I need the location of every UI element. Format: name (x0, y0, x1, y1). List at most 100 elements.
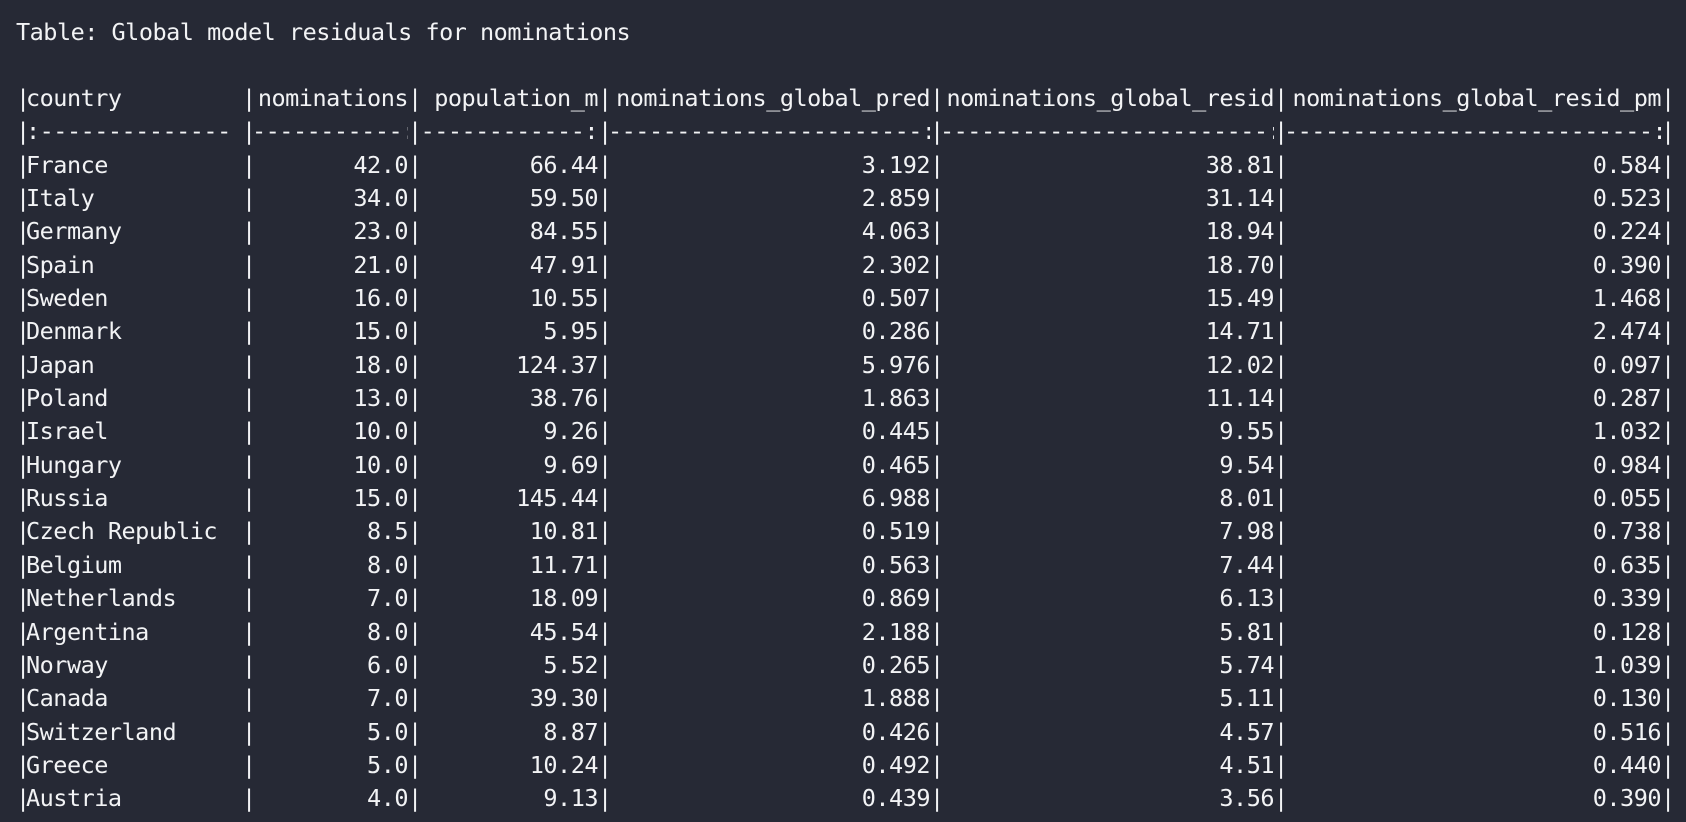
column-separator: | (1274, 717, 1284, 746)
column-separator: | (242, 217, 252, 246)
alignment-population: ------------: (420, 117, 598, 146)
cell-global-pred: 0.265 (861, 650, 930, 679)
cell-population: 18.09 (529, 584, 598, 613)
table-row: | Russia | 15.0 | 145.44 | 6.988 | 8.01 | 0.055 | (16, 482, 1671, 515)
column-separator: | (1274, 650, 1284, 679)
cell-global-resid-pm: 0.390 (1592, 250, 1661, 279)
column-separator: | (408, 217, 418, 246)
column-separator: | (1274, 284, 1284, 313)
cell-global-resid: 9.55 (1219, 417, 1274, 446)
table-row: | Canada | 7.0 | 39.30 | 1.888 | 5.11 | 0.130 | (16, 682, 1671, 715)
column-separator: | (16, 117, 26, 146)
column-separator: | (1274, 450, 1284, 479)
cell-global-pred: 2.302 (861, 250, 930, 279)
column-separator: | (930, 184, 940, 213)
cell-country: Germany (26, 217, 122, 246)
column-separator: | (1661, 350, 1671, 379)
cell-population: 9.13 (543, 784, 598, 813)
column-separator: | (16, 184, 26, 213)
cell-country: Japan (26, 350, 95, 379)
column-separator: | (242, 617, 252, 646)
cell-global-pred: 0.869 (861, 584, 930, 613)
column-separator: | (930, 417, 940, 446)
column-separator: | (242, 750, 252, 779)
column-separator: | (408, 250, 418, 279)
cell-global-pred: 0.286 (861, 317, 930, 346)
cell-nominations: 8.0 (367, 617, 408, 646)
cell-global-pred: 6.988 (861, 484, 930, 513)
column-separator: | (408, 650, 418, 679)
alignment-nominations: -----------: (252, 117, 408, 146)
column-separator: | (408, 750, 418, 779)
cell-global-resid-pm: 2.474 (1592, 317, 1661, 346)
column-separator: | (930, 550, 940, 579)
column-separator: | (16, 250, 26, 279)
column-separator: | (408, 117, 418, 146)
column-separator: | (1661, 117, 1671, 146)
cell-nominations: 16.0 (353, 284, 408, 313)
cell-global-resid-pm: 0.130 (1592, 684, 1661, 713)
column-separator: | (930, 617, 940, 646)
column-separator: | (1661, 317, 1671, 346)
cell-population: 66.44 (529, 150, 598, 179)
table-row: | Poland | 13.0 | 38.76 | 1.863 | 11.14 | 0.287 | (16, 382, 1671, 415)
table-row: | Spain | 21.0 | 47.91 | 2.302 | 18.70 | 0.390 | (16, 249, 1671, 282)
cell-global-resid-pm: 0.055 (1592, 484, 1661, 513)
cell-country: Greece (26, 750, 108, 779)
column-separator: | (16, 750, 26, 779)
column-separator: | (242, 417, 252, 446)
column-separator: | (598, 84, 608, 112)
column-separator: | (598, 550, 608, 579)
cell-country: Switzerland (26, 717, 177, 746)
table-row: | Argentina | 8.0 | 45.54 | 2.188 | 5.81 | 0.128 | (16, 616, 1671, 649)
cell-population: 47.91 (529, 250, 598, 279)
column-separator: | (408, 184, 418, 213)
column-separator: | (16, 617, 26, 646)
column-separator: | (930, 717, 940, 746)
cell-country: Canada (26, 684, 108, 713)
column-separator: | (16, 650, 26, 679)
header-global-resid-pm: nominations_global_resid_pm (1292, 84, 1661, 112)
cell-global-resid: 11.14 (1205, 384, 1274, 413)
cell-global-resid: 7.44 (1219, 550, 1274, 579)
table-row: | Austria | 4.0 | 9.13 | 0.439 | 3.56 | 0.390 | (16, 782, 1671, 815)
column-separator: | (1274, 484, 1284, 513)
cell-country: Czech Republic (26, 517, 218, 546)
column-separator: | (408, 450, 418, 479)
cell-population: 5.95 (543, 317, 598, 346)
column-separator: | (1661, 717, 1671, 746)
cell-global-pred: 1.888 (861, 684, 930, 713)
column-separator: | (1274, 317, 1284, 346)
cell-global-resid-pm: 0.738 (1592, 517, 1661, 546)
table-row: | Netherlands | 7.0 | 18.09 | 0.869 | 6.13 | 0.339 | (16, 582, 1671, 615)
column-separator: | (598, 617, 608, 646)
table-row: | Switzerland | 5.0 | 8.87 | 0.426 | 4.57 | 0.516 | (16, 716, 1671, 749)
cell-global-resid: 4.51 (1219, 750, 1274, 779)
column-separator: | (930, 284, 940, 313)
column-separator: | (242, 650, 252, 679)
cell-global-resid: 14.71 (1205, 317, 1274, 346)
column-separator: | (1661, 750, 1671, 779)
column-separator: | (598, 717, 608, 746)
cell-nominations: 8.5 (367, 517, 408, 546)
cell-population: 39.30 (529, 684, 598, 713)
column-separator: | (408, 517, 418, 546)
table-row: | Norway | 6.0 | 5.52 | 0.265 | 5.74 | 1.039 | (16, 649, 1671, 682)
column-separator: | (598, 150, 608, 179)
column-separator: | (408, 384, 418, 413)
cell-global-resid: 9.54 (1219, 450, 1274, 479)
cell-population: 9.26 (543, 417, 598, 446)
header-country: country (26, 84, 122, 112)
column-separator: | (408, 784, 418, 813)
cell-global-pred: 0.519 (861, 517, 930, 546)
cell-global-pred: 0.439 (861, 784, 930, 813)
cell-nominations: 10.0 (353, 450, 408, 479)
cell-country: Denmark (26, 317, 122, 346)
column-separator: | (242, 350, 252, 379)
column-separator: | (930, 350, 940, 379)
cell-global-resid: 3.56 (1219, 784, 1274, 813)
column-separator: | (16, 517, 26, 546)
column-separator: | (1661, 550, 1671, 579)
cell-global-resid-pm: 0.097 (1592, 350, 1661, 379)
column-separator: | (16, 584, 26, 613)
